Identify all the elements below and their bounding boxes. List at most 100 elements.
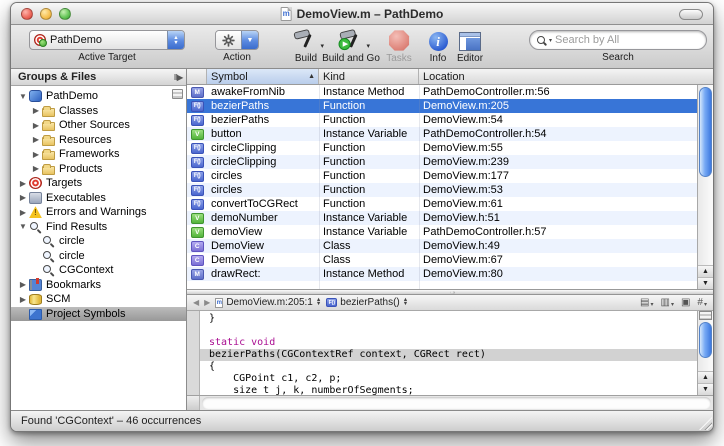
disclosure-triangle[interactable]: ▶ (30, 150, 42, 159)
table-row[interactable]: VdemoViewInstance VariablePathDemoContro… (187, 225, 697, 239)
kind-column-header[interactable]: Kind (319, 69, 419, 84)
disclosure-triangle[interactable]: ▶ (30, 135, 42, 144)
sidebar-item-label: circle (59, 235, 85, 247)
sidebar-item-products[interactable]: ▶Products (11, 162, 186, 177)
disclosure-triangle[interactable]: ▶ (17, 193, 29, 202)
table-row[interactable]: F()bezierPathsFunctionDemoView.m:54 (187, 113, 697, 127)
code-editor[interactable]: }static voidbezierPaths(CGContextRef con… (187, 311, 713, 395)
editor-scrollbar-thumb[interactable] (699, 322, 712, 358)
pane-splitter[interactable] (187, 289, 713, 295)
disclosure-triangle[interactable]: ▶ (17, 295, 29, 304)
table-row[interactable]: F()circleClippingFunctionDemoView.m:239 (187, 155, 697, 169)
disclosure-triangle[interactable]: ▶ (17, 280, 29, 289)
table-row[interactable]: CDemoViewClassDemoView.m:67 (187, 253, 697, 267)
resize-grip[interactable] (699, 417, 712, 430)
sidebar-item-pathdemo[interactable]: ▼PathDemo (11, 89, 186, 104)
close-button[interactable] (21, 8, 33, 20)
info-group: i Info (420, 27, 456, 64)
symbol-icon-cell: F() (187, 115, 207, 126)
sidebar-item-bookmarks[interactable]: ▶Bookmarks (11, 278, 186, 293)
symbol-icon-cell: F() (187, 101, 207, 112)
toolbar-toggle-pill[interactable] (679, 9, 703, 20)
disclosure-triangle[interactable]: ▶ (17, 208, 29, 217)
splitter-dimple-icon (450, 291, 455, 294)
sidebar-item-frameworks[interactable]: ▶Frameworks (11, 147, 186, 162)
table-row[interactable]: VdemoNumberInstance VariableDemoView.h:5… (187, 211, 697, 225)
disclosure-triangle[interactable]: ▶ (17, 179, 29, 188)
disclosure-triangle[interactable]: ▼ (17, 92, 29, 101)
disclosure-triangle[interactable]: ▶ (30, 121, 42, 130)
sidebar-item-resources[interactable]: ▶Resources (11, 133, 186, 148)
editor-horizontal-scrollbar[interactable] (187, 395, 713, 410)
code-area[interactable]: }static voidbezierPaths(CGContextRef con… (200, 311, 697, 395)
search-input[interactable]: ▾ Search by All (529, 30, 707, 50)
sidebar-item-cgcontext[interactable]: CGContext (11, 263, 186, 278)
function-popup-stepper-icon: ▲▼ (403, 299, 408, 306)
sidebar-item-executables[interactable]: ▶Executables (11, 191, 186, 206)
gear-icon (216, 31, 241, 49)
editor-scrollbar[interactable]: ▲ ▼ (697, 311, 713, 395)
breakpoints-menu-button[interactable]: ▥▾ (661, 297, 674, 308)
table-row[interactable]: MdrawRect:Instance MethodDemoView.m:80 (187, 267, 697, 281)
table-row[interactable]: F()bezierPathsFunctionDemoView.m:205 (187, 99, 697, 113)
sidebar-item-targets[interactable]: ▶Targets (11, 176, 186, 191)
disclosure-triangle[interactable]: ▼ (17, 222, 29, 231)
symbol-icon-cell: V (187, 213, 207, 224)
symbol-kind-icon: F() (191, 157, 204, 168)
action-button[interactable]: ▼ (215, 30, 259, 50)
build-button[interactable]: ▾ (292, 27, 320, 51)
build-and-go-group: ▾ Build and Go (317, 27, 385, 64)
scroll-up-button[interactable]: ▲ (698, 265, 713, 277)
editor-scroll-up-button[interactable]: ▲ (698, 371, 713, 383)
sidebar-item-circle[interactable]: circle (11, 249, 186, 264)
table-row[interactable]: CDemoViewClassDemoView.h:49 (187, 239, 697, 253)
history-back-button[interactable]: ◀ (193, 298, 199, 307)
table-row[interactable]: F()circlesFunctionDemoView.m:177 (187, 169, 697, 183)
table-row[interactable]: F()circleClippingFunctionDemoView.m:55 (187, 141, 697, 155)
search-scope-arrow-icon[interactable]: ▾ (549, 37, 552, 44)
sidebar-item-errors-and-warnings[interactable]: ▶Errors and Warnings (11, 205, 186, 220)
disclosure-triangle[interactable]: ▶ (30, 164, 42, 173)
sidebar-item-scm[interactable]: ▶SCM (11, 292, 186, 307)
editor-button[interactable] (459, 27, 481, 51)
sidebar-splitter-icon[interactable]: ‖▶ (174, 73, 182, 82)
status-text: Found 'CGContext' – 46 occurrences (21, 415, 201, 427)
title-bar[interactable]: m DemoView.m – PathDemo (11, 3, 713, 25)
minimize-button[interactable] (40, 8, 52, 20)
counterpart-button[interactable]: ▣ (681, 297, 690, 308)
table-row[interactable]: MawakeFromNibInstance MethodPathDemoCont… (187, 85, 697, 99)
active-target-popup[interactable]: PathDemo ▲▼ (29, 30, 185, 50)
table-row[interactable]: F()circlesFunctionDemoView.m:53 (187, 183, 697, 197)
sidebar-item-find-results[interactable]: ▼Find Results (11, 220, 186, 235)
sidebar-item-other-sources[interactable]: ▶Other Sources (11, 118, 186, 133)
line-number-menu-button[interactable]: #▾ (697, 297, 707, 308)
disclosure-triangle[interactable]: ▶ (30, 106, 42, 115)
editor-scroll-down-button[interactable]: ▼ (698, 383, 713, 395)
bookmarks-menu-button[interactable]: ▤▾ (640, 297, 653, 308)
location-cell: DemoView.h:51 (419, 212, 697, 224)
symbol-icon-cell: F() (187, 171, 207, 182)
icon-column-header[interactable] (187, 69, 207, 84)
table-row[interactable]: VbuttonInstance VariablePathDemoControll… (187, 127, 697, 141)
file-popup[interactable]: m DemoView.m:205:1 ▲▼ (215, 297, 321, 308)
build-and-go-button[interactable]: ▾ (336, 27, 366, 51)
table-scrollbar-thumb[interactable] (699, 87, 712, 177)
info-button[interactable]: i (429, 27, 448, 51)
scroll-down-button[interactable]: ▼ (698, 277, 713, 289)
symbol-column-header[interactable]: Symbol ▲ (207, 69, 319, 84)
location-column-header[interactable]: Location (419, 69, 713, 84)
sidebar-item-circle[interactable]: circle (11, 234, 186, 249)
tasks-button[interactable] (389, 27, 410, 51)
function-popup[interactable]: F() bezierPaths() ▲▼ (326, 297, 408, 308)
horizontal-scroll-track[interactable] (202, 397, 711, 409)
editor-split-control[interactable] (699, 311, 712, 320)
location-cell: DemoView.m:53 (419, 184, 697, 196)
table-row[interactable]: F()convertToCGRectFunctionDemoView.m:61 (187, 197, 697, 211)
sidebar-split-control[interactable] (172, 89, 183, 99)
sidebar-item-classes[interactable]: ▶Classes (11, 104, 186, 119)
history-forward-button[interactable]: ▶ (204, 298, 210, 307)
table-scrollbar[interactable]: ▲ ▼ (697, 85, 713, 289)
sidebar-item-project-symbols[interactable]: Project Symbols (11, 307, 186, 322)
zoom-button[interactable] (59, 8, 71, 20)
code-line: CGPoint c1, c2, p; (200, 373, 697, 385)
